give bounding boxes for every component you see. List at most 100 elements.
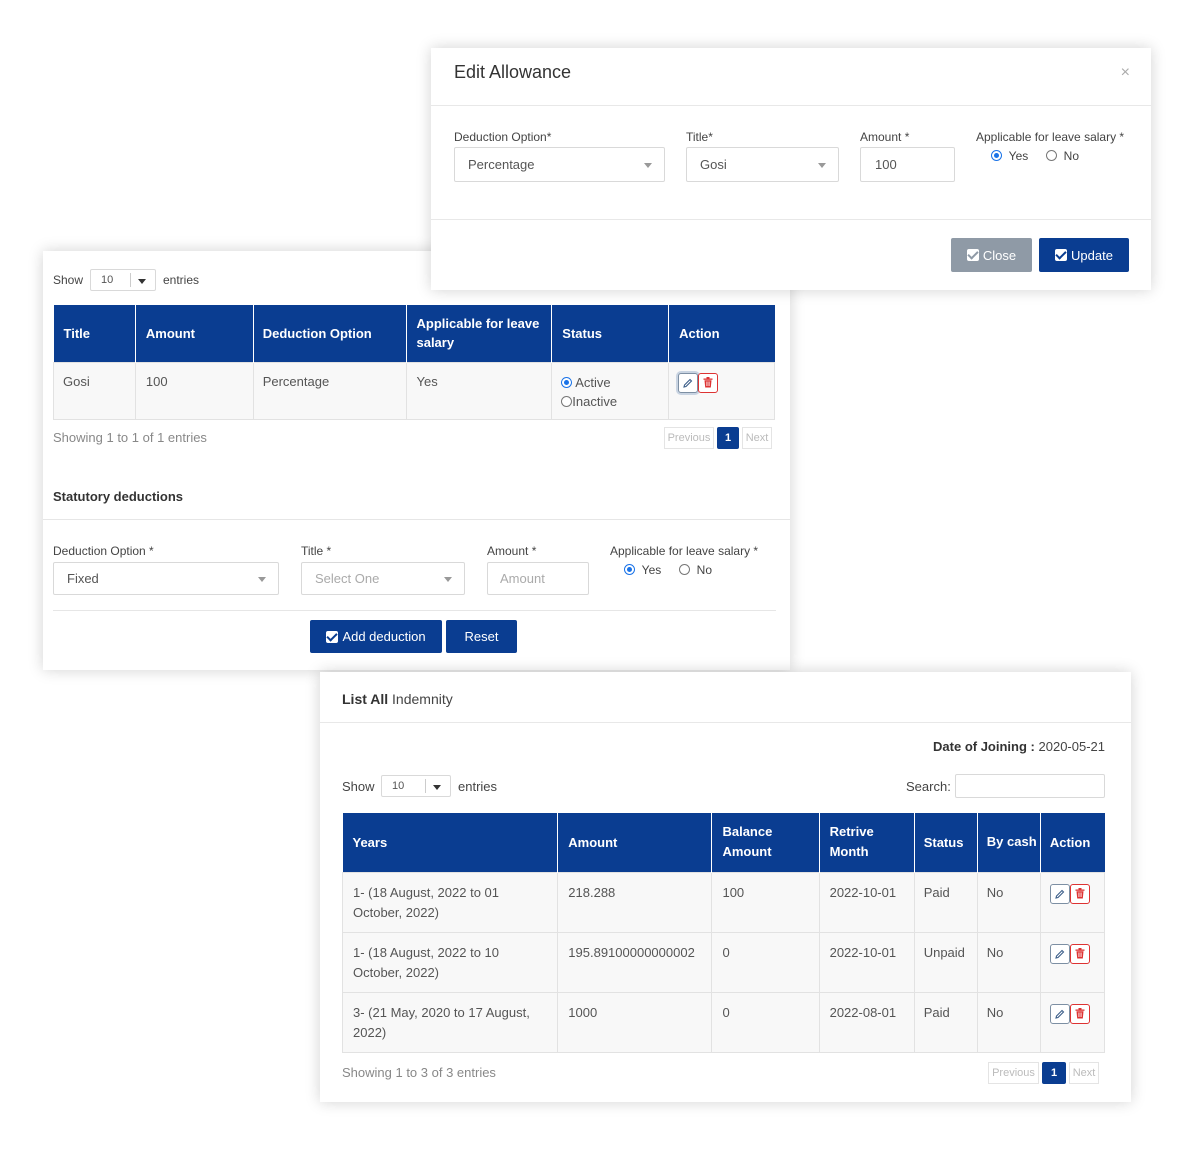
trash-icon (703, 377, 713, 388)
delete-button[interactable] (1069, 1003, 1090, 1024)
title-bold: List All (342, 691, 389, 707)
check-icon (1055, 249, 1068, 261)
col-deduction-option[interactable]: Deduction Option (253, 305, 408, 362)
leave-salary-label: Applicable for leave salary * (976, 130, 1125, 144)
add-deduction-button[interactable]: Add deduction (310, 620, 442, 653)
search-input[interactable] (955, 774, 1105, 798)
deduction-option-value: Fixed (67, 571, 99, 586)
doj-value: 2020-05-21 (1038, 739, 1106, 754)
update-button[interactable]: Update (1039, 238, 1129, 272)
col-retrive-month[interactable]: Retrive Month (819, 813, 915, 872)
cell-action (668, 361, 775, 420)
deduction-option-label: Deduction Option* (454, 130, 552, 144)
cell-action (1039, 871, 1106, 933)
indemnity-panel: List All Indemnity Date of Joining : 202… (320, 672, 1131, 1102)
cell-month: 2022-08-01 (818, 991, 915, 1053)
cell-option: Percentage (252, 361, 408, 420)
title-select[interactable]: Select One (301, 562, 465, 595)
yes-radio[interactable] (991, 150, 1002, 161)
yes-label: Yes (1008, 149, 1029, 163)
next-button[interactable]: Next (1069, 1062, 1099, 1084)
col-status[interactable]: Status (551, 305, 670, 362)
cell-month: 2022-10-01 (818, 931, 915, 993)
col-title[interactable]: Title (53, 305, 136, 362)
no-label: No (696, 563, 713, 577)
no-radio[interactable] (1046, 150, 1057, 161)
col-action: Action (668, 305, 775, 362)
deduction-option-select[interactable]: Percentage (454, 147, 665, 182)
active-radio[interactable] (561, 376, 573, 388)
amount-label: Amount * (860, 130, 910, 144)
title-label: Title * (301, 544, 332, 558)
status-inactive-option[interactable]: Inactive (561, 392, 668, 411)
reset-button[interactable]: Reset (446, 620, 517, 653)
inactive-label: Inactive (572, 393, 618, 409)
no-radio[interactable] (679, 564, 690, 575)
amount-label: Amount * (487, 544, 537, 558)
pagination: Previous 1 Next (988, 1062, 1099, 1084)
trash-icon (1075, 1008, 1085, 1019)
delete-button[interactable] (698, 372, 719, 393)
divider (53, 610, 776, 611)
col-amount[interactable]: Amount (557, 813, 713, 872)
cell-status: Active Inactive (551, 361, 670, 420)
edit-button[interactable] (1049, 1003, 1070, 1024)
show-entries-value: 10 (101, 274, 114, 286)
yes-radio[interactable] (624, 564, 635, 575)
page-1-button[interactable]: 1 (1042, 1062, 1066, 1084)
search-label: Search: (906, 779, 951, 794)
prev-button[interactable]: Previous (664, 427, 714, 449)
edit-button[interactable] (678, 372, 699, 393)
show-entries-select[interactable]: 10 (381, 775, 451, 797)
title-label: Title* (686, 130, 713, 144)
col-status[interactable]: Status (914, 813, 978, 872)
cell-balance: 100 (711, 871, 820, 933)
cell-balance: 0 (711, 931, 820, 993)
status-active-option[interactable]: Active (561, 373, 668, 392)
title-rest: Indemnity (392, 691, 453, 707)
modal-title: Edit Allowance (454, 62, 572, 82)
col-balance-amount[interactable]: Balance Amount (711, 813, 820, 872)
col-years[interactable]: Years (342, 813, 559, 872)
next-button[interactable]: Next (742, 427, 772, 449)
leave-yes-option[interactable]: Yes (624, 563, 661, 577)
prev-button[interactable]: Previous (988, 1062, 1039, 1084)
leave-no-option[interactable]: No (679, 563, 712, 577)
chevron-down-icon (818, 162, 826, 168)
close-button[interactable]: Close (951, 238, 1032, 272)
col-amount[interactable]: Amount (135, 305, 254, 362)
entries-label: entries (163, 273, 200, 287)
cell-action (1039, 931, 1106, 993)
check-icon (966, 249, 979, 261)
show-label: Show (53, 273, 84, 287)
title-select[interactable]: Gosi (686, 147, 839, 182)
delete-button[interactable] (1069, 943, 1090, 964)
leave-yes-option[interactable]: Yes (991, 149, 1028, 163)
active-label: Active (575, 374, 611, 390)
table-row: 1- (18 August, 2022 to 01 October, 2022)… (341, 871, 1106, 933)
leave-no-option[interactable]: No (1046, 149, 1079, 163)
trash-icon (1075, 948, 1085, 959)
close-icon[interactable]: × (1121, 64, 1130, 82)
delete-button[interactable] (1069, 883, 1090, 904)
edit-button[interactable] (1049, 883, 1070, 904)
section-title: Statutory deductions (53, 489, 184, 504)
inactive-radio[interactable] (561, 395, 573, 407)
indemnity-table: Years Amount Balance Amount Retrive Mont… (341, 813, 1106, 1053)
col-leave-salary[interactable]: Applicable for leave salary (406, 305, 553, 362)
edit-button[interactable] (1049, 943, 1070, 964)
pagination: Previous 1 Next (664, 427, 772, 449)
col-by-cash[interactable]: By cash (977, 813, 1041, 872)
doj-label: Date of Joining : (933, 739, 1035, 754)
entries-label: entries (458, 779, 498, 794)
amount-input[interactable]: 100 (860, 147, 955, 182)
page-1-button[interactable]: 1 (717, 427, 739, 449)
deduction-option-select[interactable]: Fixed (53, 562, 279, 595)
showing-info: Showing 1 to 1 of 1 entries (53, 430, 207, 445)
show-entries-select[interactable]: 10 (90, 269, 156, 291)
check-icon (326, 630, 339, 643)
chevron-down-icon (644, 162, 652, 168)
amount-input[interactable]: Amount (487, 562, 589, 595)
deductions-table: Title Amount Deduction Option Applicable… (53, 305, 775, 420)
cell-status: Paid (913, 871, 978, 933)
